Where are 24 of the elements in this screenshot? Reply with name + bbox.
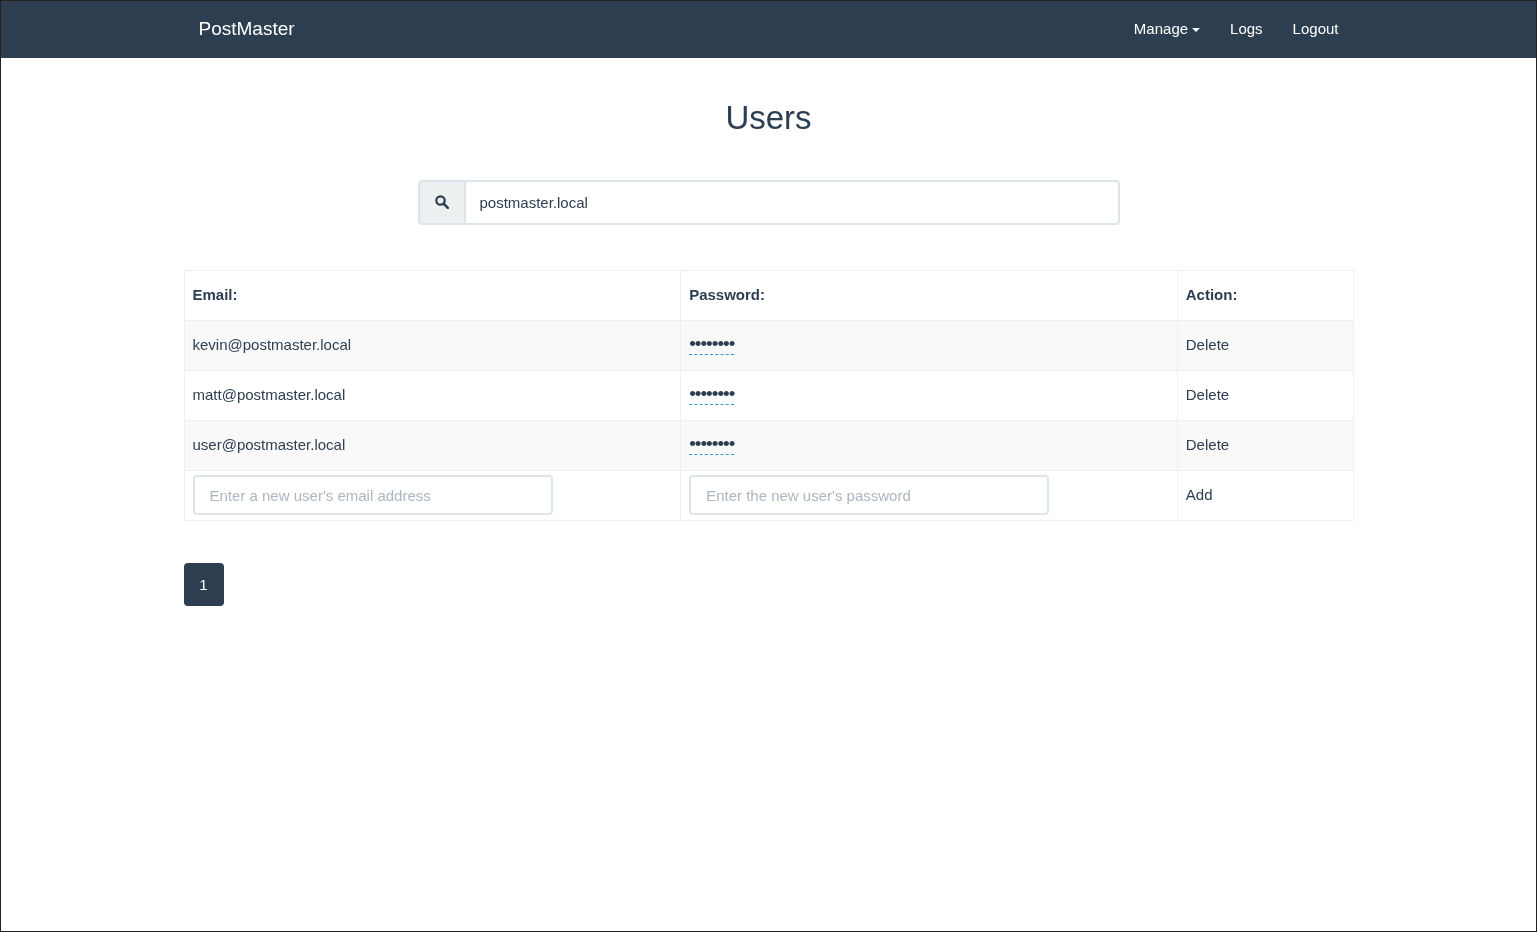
delete-link[interactable]: Delete — [1185, 435, 1230, 453]
nav-link[interactable]: Manage — [1118, 18, 1216, 41]
email-input-field[interactable]: Enter a new user's email address — [192, 475, 553, 516]
page-button[interactable]: 1 — [183, 562, 224, 606]
password-link[interactable]: •••••••• — [689, 332, 735, 355]
password-link[interactable]: •••••••• — [689, 382, 735, 405]
brand-title[interactable]: PostMaster — [183, 15, 310, 44]
delete-link[interactable]: Delete — [1185, 335, 1230, 353]
caret-icon — [1192, 28, 1201, 33]
table-cell: user@postmaster.local — [184, 420, 681, 471]
password-link[interactable]: •••••••• — [689, 432, 735, 455]
table-cell: kevin@postmaster.local — [184, 320, 681, 371]
search-icon — [434, 195, 449, 210]
column-header: Password: — [680, 270, 1178, 321]
add-link[interactable]: Add — [1185, 485, 1213, 503]
column-header: Action: — [1177, 270, 1353, 321]
delete-link[interactable]: Delete — [1185, 385, 1230, 403]
table-cell: matt@postmaster.local — [184, 370, 681, 421]
password-input-field[interactable]: Enter the new user's password — [689, 475, 1050, 516]
search-field[interactable]: postmaster.local — [463, 179, 1120, 225]
page-heading: Users — [724, 98, 813, 138]
column-header: Email: — [184, 270, 681, 321]
nav-link[interactable]: Logout — [1277, 18, 1354, 41]
nav-link[interactable]: Logs — [1215, 18, 1278, 41]
